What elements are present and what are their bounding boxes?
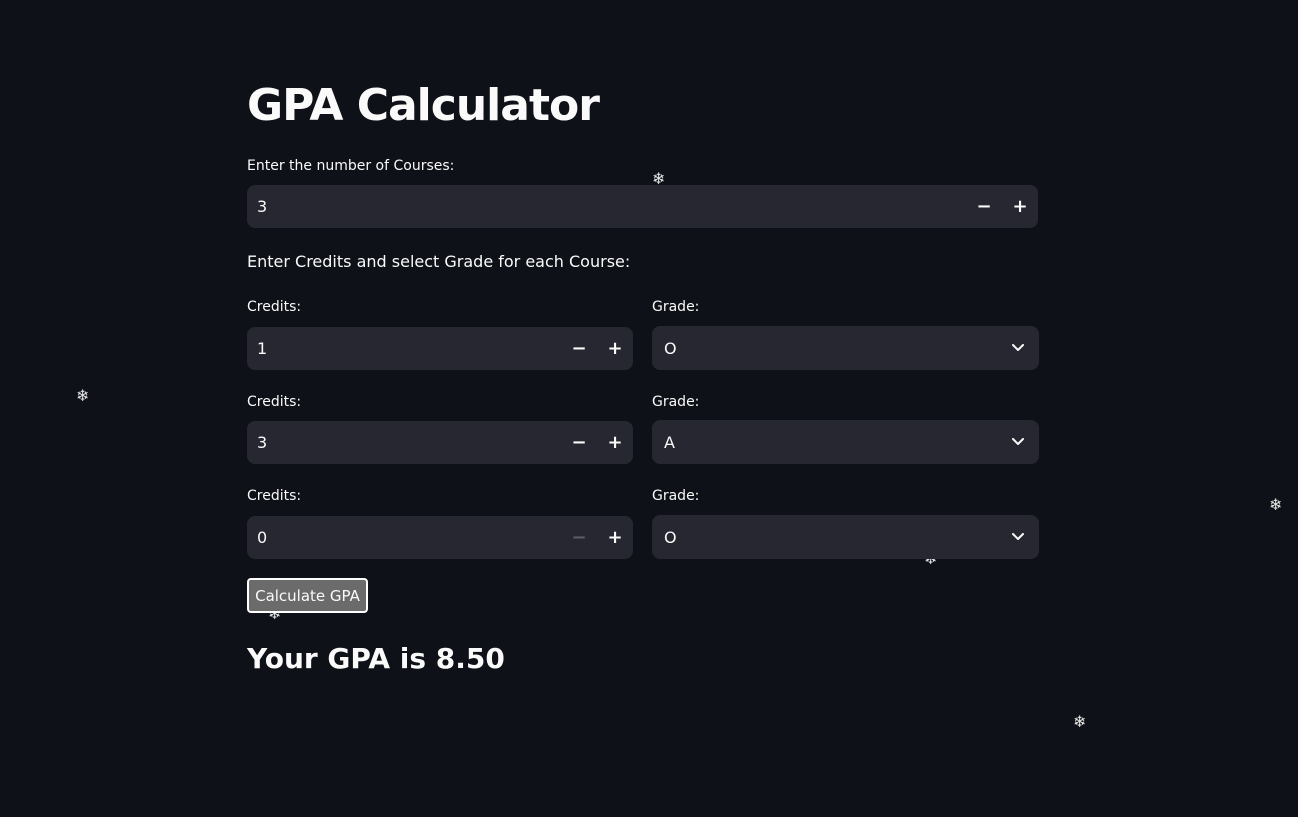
credits-input[interactable]: 1 − + [247, 327, 633, 370]
snowflake-icon: ❄ [1073, 712, 1087, 731]
credits-increment-button[interactable]: + [597, 516, 633, 559]
grade-label: Grade: [652, 394, 700, 410]
page-title: GPA Calculator [247, 80, 600, 131]
grade-value: O [664, 338, 677, 358]
chevron-down-icon [1011, 530, 1025, 544]
credits-label: Credits: [247, 394, 302, 410]
calculate-gpa-button[interactable]: Calculate GPA [247, 578, 368, 613]
credits-input[interactable]: 3 − + [247, 421, 633, 464]
credits-label: Credits: [247, 488, 302, 504]
chevron-down-icon [1011, 341, 1025, 355]
snowflake-icon: ❄ [76, 386, 90, 405]
courses-increment-button[interactable]: + [1002, 185, 1038, 228]
grade-select[interactable]: O [652, 515, 1039, 559]
credits-increment-button[interactable]: + [597, 327, 633, 370]
credits-input[interactable]: 0 − + [247, 516, 633, 559]
credits-decrement-button[interactable]: − [561, 421, 597, 464]
grade-select[interactable]: A [652, 420, 1039, 464]
grade-select[interactable]: O [652, 326, 1039, 370]
courses-count-value[interactable]: 3 [247, 197, 966, 216]
credits-increment-button[interactable]: + [597, 421, 633, 464]
credits-value[interactable]: 1 [247, 339, 561, 358]
instructions-text: Enter Credits and select Grade for each … [247, 252, 631, 271]
gpa-result: Your GPA is 8.50 [247, 642, 505, 675]
credits-label: Credits: [247, 299, 302, 315]
courses-count-label: Enter the number of Courses: [247, 158, 455, 174]
credits-decrement-button[interactable]: − [561, 516, 597, 559]
credits-value[interactable]: 0 [247, 528, 561, 547]
snowflake-icon: ❄ [1269, 495, 1283, 514]
courses-decrement-button[interactable]: − [966, 185, 1002, 228]
chevron-down-icon [1011, 435, 1025, 449]
credits-decrement-button[interactable]: − [561, 327, 597, 370]
credits-value[interactable]: 3 [247, 433, 561, 452]
grade-value: O [664, 527, 677, 547]
app-page: ❄ ❄ ❄ ❄ ❄ ❄ GPA Calculator Enter the num… [0, 0, 1298, 817]
grade-value: A [664, 432, 675, 452]
courses-count-input[interactable]: 3 − + [247, 185, 1038, 228]
grade-label: Grade: [652, 299, 700, 315]
grade-label: Grade: [652, 488, 700, 504]
